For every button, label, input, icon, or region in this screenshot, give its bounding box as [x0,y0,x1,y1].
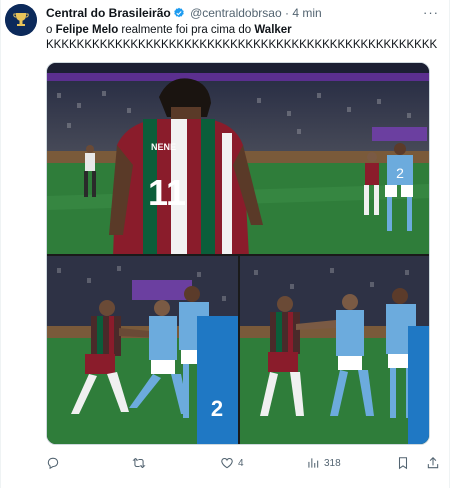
media-image-2[interactable]: 2 [47,256,238,444]
media-image-1[interactable]: 2 NENE 11 [47,63,429,254]
media-image-3[interactable] [240,256,429,444]
share-button[interactable] [426,454,440,472]
mention-walker: Walker [254,24,292,36]
photo-player-back: 2 NENE 11 [47,63,429,254]
views-count: 318 [324,457,341,469]
tweet-actions: 4 318 [46,454,441,472]
author-handle[interactable]: @centraldobrsao [190,6,282,20]
author-name[interactable]: Central do Brasileirão [46,6,171,20]
like-button[interactable]: 4 [220,454,244,472]
retweet-icon [132,457,146,469]
media-grid: 2 NENE 11 2 [46,62,430,445]
rival-shirt-number-b: 2 [211,396,223,421]
verified-badge-icon [173,7,185,23]
tweet-text-line2: KKKKKKKKKKKKKKKKKKKKKKKKKKKKKKKKKKKKKKKK… [46,39,438,51]
views-button[interactable]: 318 [306,454,341,472]
more-options-icon[interactable]: ··· [423,5,439,20]
photo-confrontation-left: 2 [47,256,238,444]
photo-confrontation-right [240,256,429,444]
views-chart-icon [308,458,319,468]
heart-icon [221,458,233,469]
avatar[interactable] [5,4,37,36]
like-count: 4 [238,457,244,469]
player-shirt-name: NENE [151,142,176,152]
text-middle: realmente foi pra cima do [118,24,255,36]
reply-button[interactable] [46,454,64,472]
rival-shirt-number: 2 [396,165,404,181]
brasileirao-logo-icon [5,4,37,36]
tweet: Central do Brasileirão @centraldobrsao ·… [0,0,450,488]
mention-felipe-melo: Felipe Melo [55,24,119,36]
tweet-text-line1: o Felipe Melo realmente foi pra cima do … [46,23,441,38]
share-icon [427,457,439,469]
post-time[interactable]: 4 min [292,6,321,20]
player-shirt-number: 11 [148,172,186,213]
bookmark-button[interactable] [396,454,410,472]
tweet-header: Central do Brasileirão @centraldobrsao ·… [46,6,322,23]
retweet-button[interactable] [132,454,150,472]
reply-icon [47,457,59,470]
separator-dot: · [284,6,289,20]
text-prefix: o [46,24,56,36]
bookmark-icon [398,457,408,470]
tweet-text: o Felipe Melo realmente foi pra cima do … [46,23,441,53]
